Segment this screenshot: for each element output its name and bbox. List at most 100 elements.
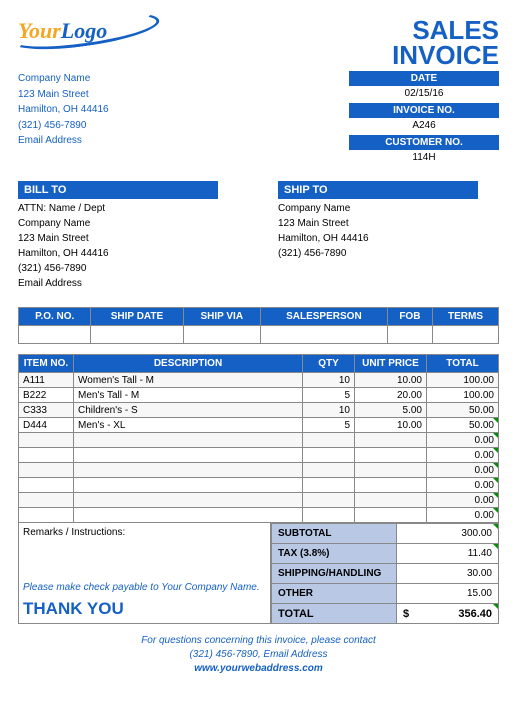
item-no-cell: A111 [19, 373, 74, 388]
item-desc-cell [74, 433, 303, 448]
footer-line-2: (321) 456-7890, Email Address [18, 648, 499, 662]
bill-to-header: BILL TO [18, 181, 218, 199]
item-desc-cell: Men's Tall - M [74, 388, 303, 403]
ship-row [19, 326, 499, 344]
item-desc-cell [74, 448, 303, 463]
hdr-shipdate: SHIP DATE [91, 308, 183, 326]
item-no-cell [19, 493, 74, 508]
item-unit-cell: 20.00 [355, 388, 427, 403]
table-row: B222Men's Tall - M520.00100.00 [19, 388, 499, 403]
item-qty-cell: 5 [303, 388, 355, 403]
item-desc-cell [74, 508, 303, 523]
item-qty-cell [303, 448, 355, 463]
item-unit-cell [355, 478, 427, 493]
po-cell [19, 326, 91, 344]
date-label: DATE [349, 71, 499, 86]
shipto-city: Hamilton, OH 44416 [278, 231, 478, 246]
other-value: 15.00 [397, 584, 499, 604]
item-total-cell: 0.00 [427, 448, 499, 463]
terms-cell [432, 326, 498, 344]
date-value: 02/15/16 [349, 86, 499, 103]
tax-value: 11.40 [397, 544, 499, 564]
grand-total-label: TOTAL [272, 604, 397, 624]
hdr-itemno: ITEM NO. [19, 355, 74, 373]
subtotal-label: SUBTOTAL [272, 524, 397, 544]
item-total-cell: 0.00 [427, 433, 499, 448]
item-qty-cell [303, 463, 355, 478]
footer-url: www.yourwebaddress.com [18, 662, 499, 676]
item-qty-cell [303, 433, 355, 448]
shipdate-cell [91, 326, 183, 344]
item-desc-cell: Women's Tall - M [74, 373, 303, 388]
item-qty-cell: 10 [303, 373, 355, 388]
payable-note: Please make check payable to Your Compan… [23, 582, 266, 593]
company-name: Company Name [18, 71, 109, 87]
ship-to-section: SHIP TO Company Name 123 Main Street Ham… [278, 181, 478, 291]
item-unit-cell [355, 508, 427, 523]
item-no-cell [19, 448, 74, 463]
table-row: 0.00 [19, 433, 499, 448]
item-unit-cell [355, 448, 427, 463]
item-unit-cell: 10.00 [355, 418, 427, 433]
tax-label: TAX (3.8%) [272, 544, 397, 564]
remarks-label: Remarks / Instructions: [23, 527, 266, 538]
item-desc-cell [74, 493, 303, 508]
item-total-cell: 0.00 [427, 493, 499, 508]
billto-company: Company Name [18, 216, 218, 231]
footer: For questions concerning this invoice, p… [18, 634, 499, 676]
hdr-desc: DESCRIPTION [74, 355, 303, 373]
item-total-cell: 100.00 [427, 373, 499, 388]
table-row: 0.00 [19, 478, 499, 493]
table-row: 0.00 [19, 463, 499, 478]
item-no-cell: C333 [19, 403, 74, 418]
ship-to-header: SHIP TO [278, 181, 478, 199]
title-line-1: SALES [392, 18, 499, 43]
thank-you: THANK YOU [23, 599, 266, 619]
billto-email: Email Address [18, 276, 218, 291]
item-no-cell [19, 433, 74, 448]
item-no-cell [19, 478, 74, 493]
invoice-no-label: INVOICE NO. [349, 103, 499, 118]
invoice-no-value: A246 [349, 118, 499, 135]
billto-phone: (321) 456-7890 [18, 261, 218, 276]
item-total-cell: 50.00 [427, 403, 499, 418]
company-info: Company Name 123 Main Street Hamilton, O… [18, 71, 109, 167]
shipping-value: 30.00 [397, 564, 499, 584]
table-row: C333Children's - S105.0050.00 [19, 403, 499, 418]
item-no-cell [19, 463, 74, 478]
hdr-fob: FOB [387, 308, 432, 326]
shipto-street: 123 Main Street [278, 216, 478, 231]
hdr-terms: TERMS [432, 308, 498, 326]
item-no-cell: D444 [19, 418, 74, 433]
item-qty-cell [303, 508, 355, 523]
footer-line-1: For questions concerning this invoice, p… [18, 634, 499, 648]
totals-table: SUBTOTAL 300.00 TAX (3.8%) 11.40 SHIPPIN… [271, 523, 499, 624]
hdr-salesperson: SALESPERSON [260, 308, 387, 326]
hdr-shipvia: SHIP VIA [183, 308, 260, 326]
hdr-po: P.O. NO. [19, 308, 91, 326]
line-items-table: ITEM NO. DESCRIPTION QTY UNIT PRICE TOTA… [18, 354, 499, 523]
customer-no-value: 114H [349, 150, 499, 167]
invoice-title: SALES INVOICE [392, 18, 499, 67]
company-city: Hamilton, OH 44416 [18, 102, 109, 118]
grand-total-value: $ 356.40 [397, 604, 499, 624]
item-qty-cell: 10 [303, 403, 355, 418]
item-desc-cell: Men's - XL [74, 418, 303, 433]
bill-to-section: BILL TO ATTN: Name / Dept Company Name 1… [18, 181, 218, 291]
item-total-cell: 100.00 [427, 388, 499, 403]
company-email: Email Address [18, 133, 109, 149]
hdr-unit: UNIT PRICE [355, 355, 427, 373]
company-street: 123 Main Street [18, 87, 109, 103]
subtotal-value: 300.00 [397, 524, 499, 544]
item-desc-cell [74, 463, 303, 478]
fob-cell [387, 326, 432, 344]
shipto-phone: (321) 456-7890 [278, 246, 478, 261]
item-total-cell: 0.00 [427, 463, 499, 478]
billto-attn: ATTN: Name / Dept [18, 201, 218, 216]
hdr-total: TOTAL [427, 355, 499, 373]
table-row: 0.00 [19, 448, 499, 463]
salesperson-cell [260, 326, 387, 344]
item-total-cell: 50.00 [427, 418, 499, 433]
table-row: D444Men's - XL510.0050.00 [19, 418, 499, 433]
billto-city: Hamilton, OH 44416 [18, 246, 218, 261]
